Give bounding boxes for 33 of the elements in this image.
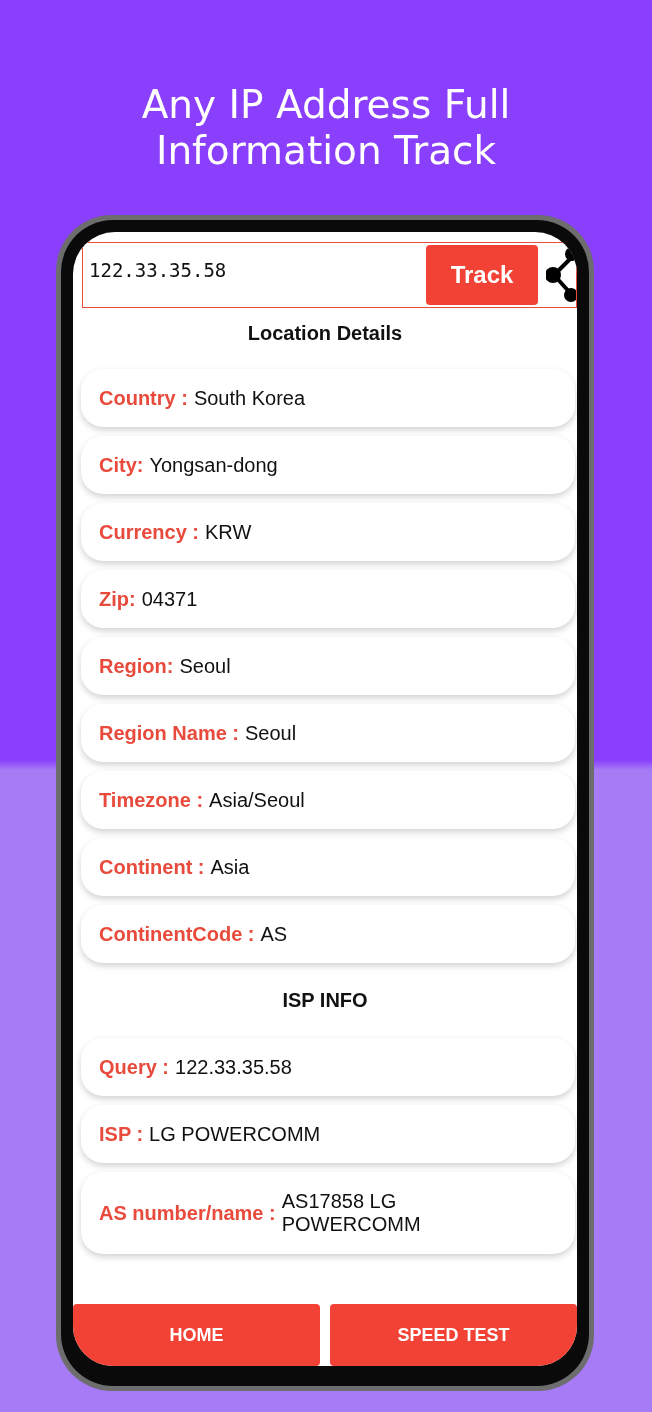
field-label: Query :: [99, 1055, 170, 1079]
field-label: Country :: [99, 386, 188, 410]
field-label: Timezone :: [99, 788, 204, 812]
field-value: Seoul: [179, 654, 231, 678]
section-title: Location Details: [246, 322, 404, 345]
nav-button[interactable]: HOME: [73, 1304, 320, 1366]
field-label: Zip:: [99, 587, 136, 611]
headline: Information Track: [154, 128, 498, 174]
field-label: Region Name :: [99, 721, 240, 745]
field-label: Continent :: [99, 855, 205, 879]
field-label: City:: [99, 453, 144, 477]
share-icon[interactable]: [546, 247, 576, 303]
field-label: AS number/name :: [99, 1201, 276, 1225]
field-value: KRW: [205, 520, 252, 544]
field-value: Seoul: [245, 721, 297, 745]
field-label: Region:: [99, 654, 174, 678]
field-label: ISP :: [99, 1122, 144, 1146]
field-value: 04371: [141, 587, 198, 611]
section-title: ISP INFO: [281, 989, 369, 1012]
field-label: Currency :: [99, 520, 200, 544]
nav-button[interactable]: SPEED TEST: [330, 1304, 577, 1366]
field-value: 122.33.35.58: [175, 1055, 292, 1079]
headline: Any IP Address Full: [140, 82, 512, 128]
field-label: ContinentCode :: [99, 922, 255, 946]
field-value: South Korea: [193, 386, 306, 410]
field-value: AS17858 LG POWERCOMM: [281, 1190, 422, 1236]
ip-input-field[interactable]: 122.33.35.58: [83, 243, 426, 307]
field-value: Yongsan-dong: [149, 453, 278, 477]
track-button[interactable]: Track: [426, 245, 538, 305]
field-value: Asia/Seoul: [209, 788, 305, 812]
field-value: AS: [260, 922, 288, 946]
field-value: LG POWERCOMM: [149, 1122, 321, 1146]
field-value: Asia: [210, 855, 250, 879]
